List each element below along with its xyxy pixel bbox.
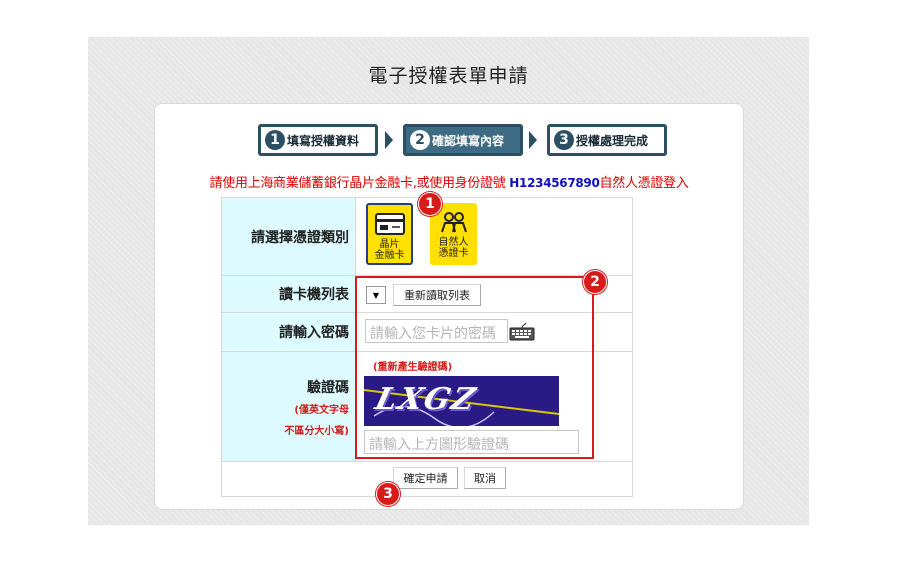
password-label: 請輸入密碼	[221, 312, 356, 352]
chip-card-line1: 晶片	[379, 239, 400, 250]
login-notice: 請使用上海商業儲蓄銀行晶片金融卡,或使用身份證號 H1234567890自然人憑…	[155, 172, 743, 191]
captcha-note-2: 不區分大小寫)	[284, 425, 349, 437]
step-1: 1 填寫授權資料	[258, 124, 378, 156]
annotation-badge-2: 2	[583, 270, 607, 294]
step-3-number: 3	[554, 130, 574, 150]
step-1-label: 填寫授權資料	[287, 133, 360, 148]
step-3-label: 授權處理完成	[576, 133, 649, 148]
step-arrow-icon	[529, 131, 537, 149]
notice-suffix: 自然人憑證登入	[599, 176, 689, 191]
cancel-button[interactable]: 取消	[464, 467, 506, 489]
highlight-box	[355, 276, 594, 459]
chip-card-icon	[375, 213, 405, 235]
confirm-button[interactable]: 確定申請	[393, 467, 458, 489]
reader-label: 讀卡機列表	[221, 275, 356, 313]
step-2-current: 2 確認填寫內容	[403, 124, 523, 156]
chip-card-option-label: 晶片 金融卡	[368, 239, 411, 261]
captcha-label-cell: 驗證碼 (僅英文字母 不區分大小寫)	[221, 351, 356, 462]
step-2-label: 確認填寫內容	[432, 133, 505, 148]
annotation-badge-1: 1	[418, 192, 442, 216]
step-arrow-icon	[385, 131, 393, 149]
step-2-number: 2	[410, 130, 430, 150]
step-3: 3 授權處理完成	[547, 124, 667, 156]
notice-prefix: 請使用上海商業儲蓄銀行晶片金融卡,或使用身份證號	[209, 176, 510, 191]
annotation-badge-3: 3	[376, 482, 400, 506]
step-1-number: 1	[265, 130, 285, 150]
cert-type-label: 請選擇憑證類別	[221, 197, 356, 276]
natural-person-line2: 憑證卡	[438, 248, 469, 259]
captcha-note-1: (僅英文字母	[294, 404, 349, 416]
natural-person-option-label: 自然人 憑證卡	[430, 237, 477, 259]
chip-card-line2: 金融卡	[374, 250, 405, 261]
captcha-label: 驗證碼	[307, 379, 349, 396]
people-icon	[441, 212, 467, 233]
natural-person-line1: 自然人	[438, 237, 469, 248]
chip-card-option[interactable]: 晶片 金融卡	[366, 203, 413, 265]
page-title: 電子授權表單申請	[368, 65, 529, 87]
form-card: 1 填寫授權資料 2 確認填寫內容 3 授權處理完成 請使用上海商業儲蓄銀行晶片…	[154, 103, 744, 510]
notice-id-example: H1234567890	[509, 176, 600, 190]
